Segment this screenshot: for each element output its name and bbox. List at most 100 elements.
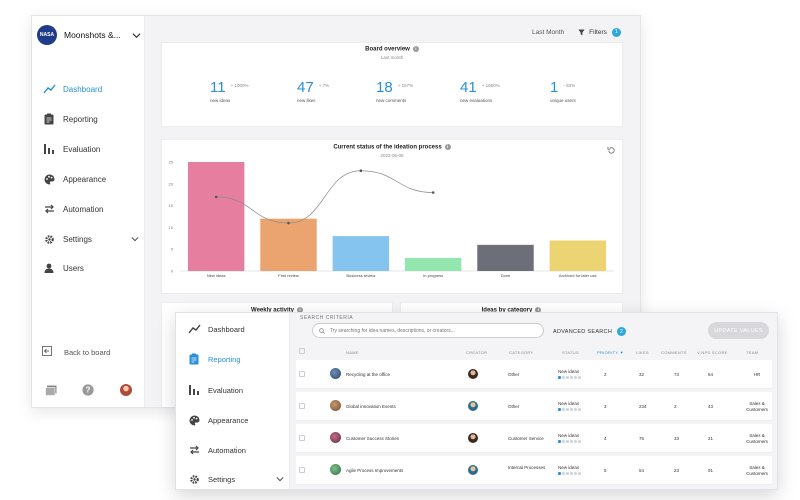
- idea-name[interactable]: Global innovation Events: [346, 404, 436, 409]
- idea-priority: 4: [604, 436, 607, 441]
- trend-point-1: [214, 195, 218, 199]
- x-tick-label: Done: [501, 273, 511, 278]
- idea-status: New ideas: [558, 369, 588, 379]
- palette-icon: [187, 413, 201, 427]
- sidebar-item-dashboard[interactable]: Dashboard: [176, 320, 290, 338]
- filters-button[interactable]: Filters 1: [578, 27, 621, 37]
- idea-priority: 2: [604, 372, 607, 377]
- advanced-search-label: ADVANCED SEARCH: [553, 328, 613, 335]
- idea-likes: 32: [639, 372, 645, 377]
- idea-status: New ideas: [558, 401, 588, 411]
- sidebar-item-appearance[interactable]: Appearance: [176, 411, 290, 429]
- filters-count-badge: 1: [611, 27, 621, 37]
- status-label: New ideas: [558, 433, 580, 438]
- sidebar-item-label: Appearance: [63, 174, 107, 184]
- idea-name[interactable]: Recycling at the office: [346, 372, 436, 377]
- search-criteria-label: SEARCH CRITERIA: [300, 315, 354, 321]
- user-avatar[interactable]: [120, 384, 133, 396]
- col-comments[interactable]: COMMENTS: [661, 350, 687, 355]
- select-all-checkbox[interactable]: [299, 348, 305, 354]
- sidebar-footer: ?: [32, 376, 145, 404]
- table-row[interactable]: Customer Success Stories Customer Servic…: [296, 424, 772, 453]
- col-status[interactable]: STATUS: [562, 350, 579, 355]
- idea-comments: 23: [674, 468, 680, 473]
- idea-name[interactable]: Customer Success Stories: [346, 436, 436, 441]
- y-tick-label: 10: [169, 225, 174, 230]
- clipboard-icon: [42, 112, 56, 126]
- status-progress: [558, 408, 588, 411]
- y-tick-label: 15: [169, 203, 174, 208]
- col-vnps[interactable]: V-NPS SCORE: [697, 350, 728, 355]
- search-input[interactable]: [330, 327, 540, 334]
- row-checkbox[interactable]: [299, 403, 305, 409]
- col-team[interactable]: TEAM: [746, 350, 758, 355]
- search-box[interactable]: [312, 323, 544, 338]
- sidebar-item-label: Appearance: [208, 415, 249, 425]
- table-row[interactable]: Global innovation Events Other New ideas…: [296, 392, 772, 421]
- idea-comments: 73: [674, 372, 680, 377]
- org-switcher[interactable]: NASA Moonshots &...: [32, 16, 145, 54]
- bar-stats-icon: [42, 142, 56, 156]
- swap-arrows-icon: [187, 443, 201, 457]
- row-checkbox[interactable]: [299, 371, 305, 377]
- bar-1: [187, 162, 245, 271]
- creator-avatar: [468, 465, 478, 475]
- back-to-board-link[interactable]: Back to board: [42, 346, 110, 358]
- info-icon[interactable]: i: [412, 46, 419, 52]
- stat-new-likes: 47 + 7% new likes: [297, 79, 377, 103]
- sidebar-item-label: Dashboard: [208, 324, 245, 334]
- sidebar-item-reporting[interactable]: Reporting: [176, 350, 290, 368]
- col-category[interactable]: CATEGORY: [509, 350, 533, 355]
- table-header: NAME CREATOR CATEGORY STATUS PRIORITY ▼ …: [290, 345, 777, 359]
- x-tick-label: In progress: [423, 273, 443, 278]
- idea-priority: 3: [604, 404, 607, 409]
- stat-value: 1: [550, 79, 559, 96]
- idea-team: Sales & Customers: [746, 433, 768, 444]
- help-icon[interactable]: ?: [82, 384, 95, 396]
- stat-value: 47: [297, 79, 314, 96]
- sidebar-item-label: Users: [63, 263, 84, 273]
- idea-likes: 54: [639, 468, 645, 473]
- sidebar-item-evaluation[interactable]: Evaluation: [32, 140, 145, 158]
- status-bar-chart: 0 5 10 15 20 25 New ideas First review Business …: [169, 160, 614, 278]
- update-values-button[interactable]: UPDATE VALUES: [708, 322, 769, 339]
- idea-likes: 234: [639, 404, 647, 409]
- sidebar-item-automation[interactable]: Automation: [176, 441, 290, 459]
- col-name[interactable]: NAME: [346, 350, 359, 355]
- table-row[interactable]: Recycling at the office Other New ideas …: [296, 360, 772, 389]
- row-checkbox[interactable]: [299, 435, 305, 441]
- stat-new-comments: 18 + 157% new comments: [376, 79, 456, 103]
- sidebar-item-dashboard[interactable]: Dashboard: [32, 80, 145, 98]
- sidebar-item-reporting[interactable]: Reporting: [32, 110, 145, 128]
- bar-4: [404, 257, 462, 271]
- sidebar-item-settings[interactable]: Settings: [32, 230, 145, 248]
- table-row[interactable]: Agile Process Improvements Internal Proc…: [296, 456, 772, 485]
- reporting-window: Dashboard Reporting Evaluation Appearanc…: [175, 312, 778, 490]
- sidebar-item-evaluation[interactable]: Evaluation: [176, 381, 290, 399]
- idea-comments: 2: [674, 404, 677, 409]
- filters-label: Filters: [589, 28, 607, 36]
- palette-icon: [42, 172, 56, 186]
- col-priority[interactable]: PRIORITY ▼: [597, 350, 624, 355]
- sidebar-item-automation[interactable]: Automation: [32, 200, 145, 218]
- stat-value: 11: [210, 79, 226, 96]
- col-creator[interactable]: CREATOR: [466, 350, 487, 355]
- idea-name[interactable]: Agile Process Improvements: [346, 468, 436, 473]
- idea-thumbnail: [330, 400, 341, 411]
- sidebar-item-users[interactable]: Users: [32, 259, 145, 277]
- clipboard-icon: [187, 352, 201, 366]
- col-likes[interactable]: LIKES: [636, 350, 649, 355]
- board-overview-title: Board overview i: [162, 46, 622, 53]
- user-icon: [42, 261, 56, 275]
- advanced-search-button[interactable]: ADVANCED SEARCH 2: [553, 327, 627, 336]
- x-tick-label: First review: [278, 273, 299, 278]
- period-selector[interactable]: Last Month: [532, 29, 564, 36]
- chevron-down-icon: [132, 32, 141, 38]
- docs-icon[interactable]: [45, 385, 57, 396]
- sidebar-item-label: Automation: [208, 445, 246, 455]
- sidebar-item-appearance[interactable]: Appearance: [32, 170, 145, 188]
- y-tick-label: 20: [169, 181, 174, 186]
- sidebar-item-settings[interactable]: Settings: [176, 470, 290, 488]
- x-tick-label: New ideas: [207, 273, 226, 278]
- row-checkbox[interactable]: [299, 467, 305, 473]
